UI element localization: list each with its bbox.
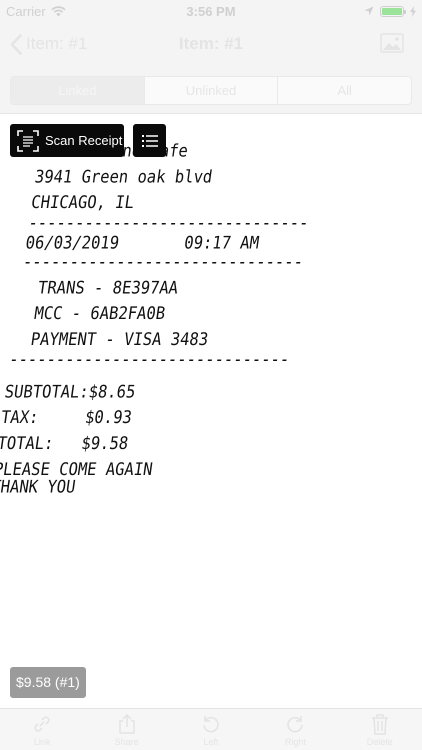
trash-icon bbox=[371, 714, 388, 735]
filter-area: Linked Unlinked All bbox=[0, 66, 422, 114]
status-bar: Carrier 3:56 PM bbox=[0, 0, 422, 22]
rotate-right-button[interactable]: Right bbox=[265, 713, 325, 747]
scan-receipt-label: Scan Receipt bbox=[45, 133, 123, 148]
navigation-bar: Item: #1 Item: #1 bbox=[0, 22, 422, 66]
link-button[interactable]: Link bbox=[12, 713, 72, 747]
wifi-icon bbox=[51, 5, 66, 16]
rotate-left-label: Left bbox=[203, 737, 219, 747]
scan-document-icon bbox=[17, 129, 39, 152]
receipt-line: MCC - 6AB2FA0B bbox=[14, 303, 167, 324]
delete-label: Delete bbox=[366, 737, 393, 747]
battery-icon bbox=[380, 5, 406, 17]
scan-receipt-button[interactable]: Scan Receipt bbox=[10, 124, 124, 157]
receipt-line: TAX: $0.93 bbox=[0, 407, 134, 428]
receipt-image: Harbor Lane Cafe 3941 Green oak blvd CHI… bbox=[0, 115, 422, 708]
receipt-line: TOTAL: $9.58 bbox=[0, 433, 130, 454]
receipt-line: THANK YOU bbox=[0, 477, 77, 498]
receipt-divider: ------------------------------ bbox=[27, 212, 310, 233]
rotate-left-button[interactable]: Left bbox=[181, 713, 241, 747]
share-icon bbox=[118, 713, 135, 734]
receipt-divider: ------------------------------ bbox=[7, 349, 291, 370]
segment-linked[interactable]: Linked bbox=[11, 77, 145, 104]
receipt-divider: ------------------------------ bbox=[21, 251, 305, 273]
charging-icon bbox=[410, 5, 416, 17]
link-filter-segmented-control: Linked Unlinked All bbox=[10, 76, 412, 105]
receipt-line: CHICAGO, IL bbox=[29, 192, 136, 213]
receipt-line: SUBTOTAL:$8.65 bbox=[3, 381, 137, 402]
share-label: Share bbox=[114, 737, 139, 747]
list-button[interactable] bbox=[133, 124, 166, 157]
receipt-line: PAYMENT - VISA 3483 bbox=[10, 329, 210, 350]
page-title: Item: #1 bbox=[178, 34, 244, 53]
link-label: Link bbox=[33, 737, 51, 747]
segment-all[interactable]: All bbox=[278, 77, 411, 104]
price-tag[interactable]: $9.58 (#1) bbox=[10, 667, 86, 698]
rotate-right-icon bbox=[287, 716, 304, 733]
bottom-toolbar: Link Share Left Right Delete bbox=[0, 708, 422, 750]
list-icon bbox=[141, 134, 158, 147]
share-button[interactable]: Share bbox=[97, 713, 157, 747]
receipt-line: 3941 Green oak blvd bbox=[33, 166, 214, 187]
delete-button[interactable]: Delete bbox=[350, 713, 410, 747]
rotate-left-icon bbox=[203, 716, 219, 733]
image-icon[interactable] bbox=[380, 33, 404, 53]
rotate-right-label: Right bbox=[284, 737, 306, 747]
receipt-line: TRANS - 8E397AA bbox=[17, 277, 180, 298]
segment-unlinked[interactable]: Unlinked bbox=[145, 77, 279, 104]
link-icon bbox=[34, 716, 50, 732]
carrier-label: Carrier bbox=[6, 3, 46, 19]
location-icon bbox=[364, 6, 374, 16]
receipt-line: 06/03/2019 09:17 AM bbox=[24, 232, 261, 253]
